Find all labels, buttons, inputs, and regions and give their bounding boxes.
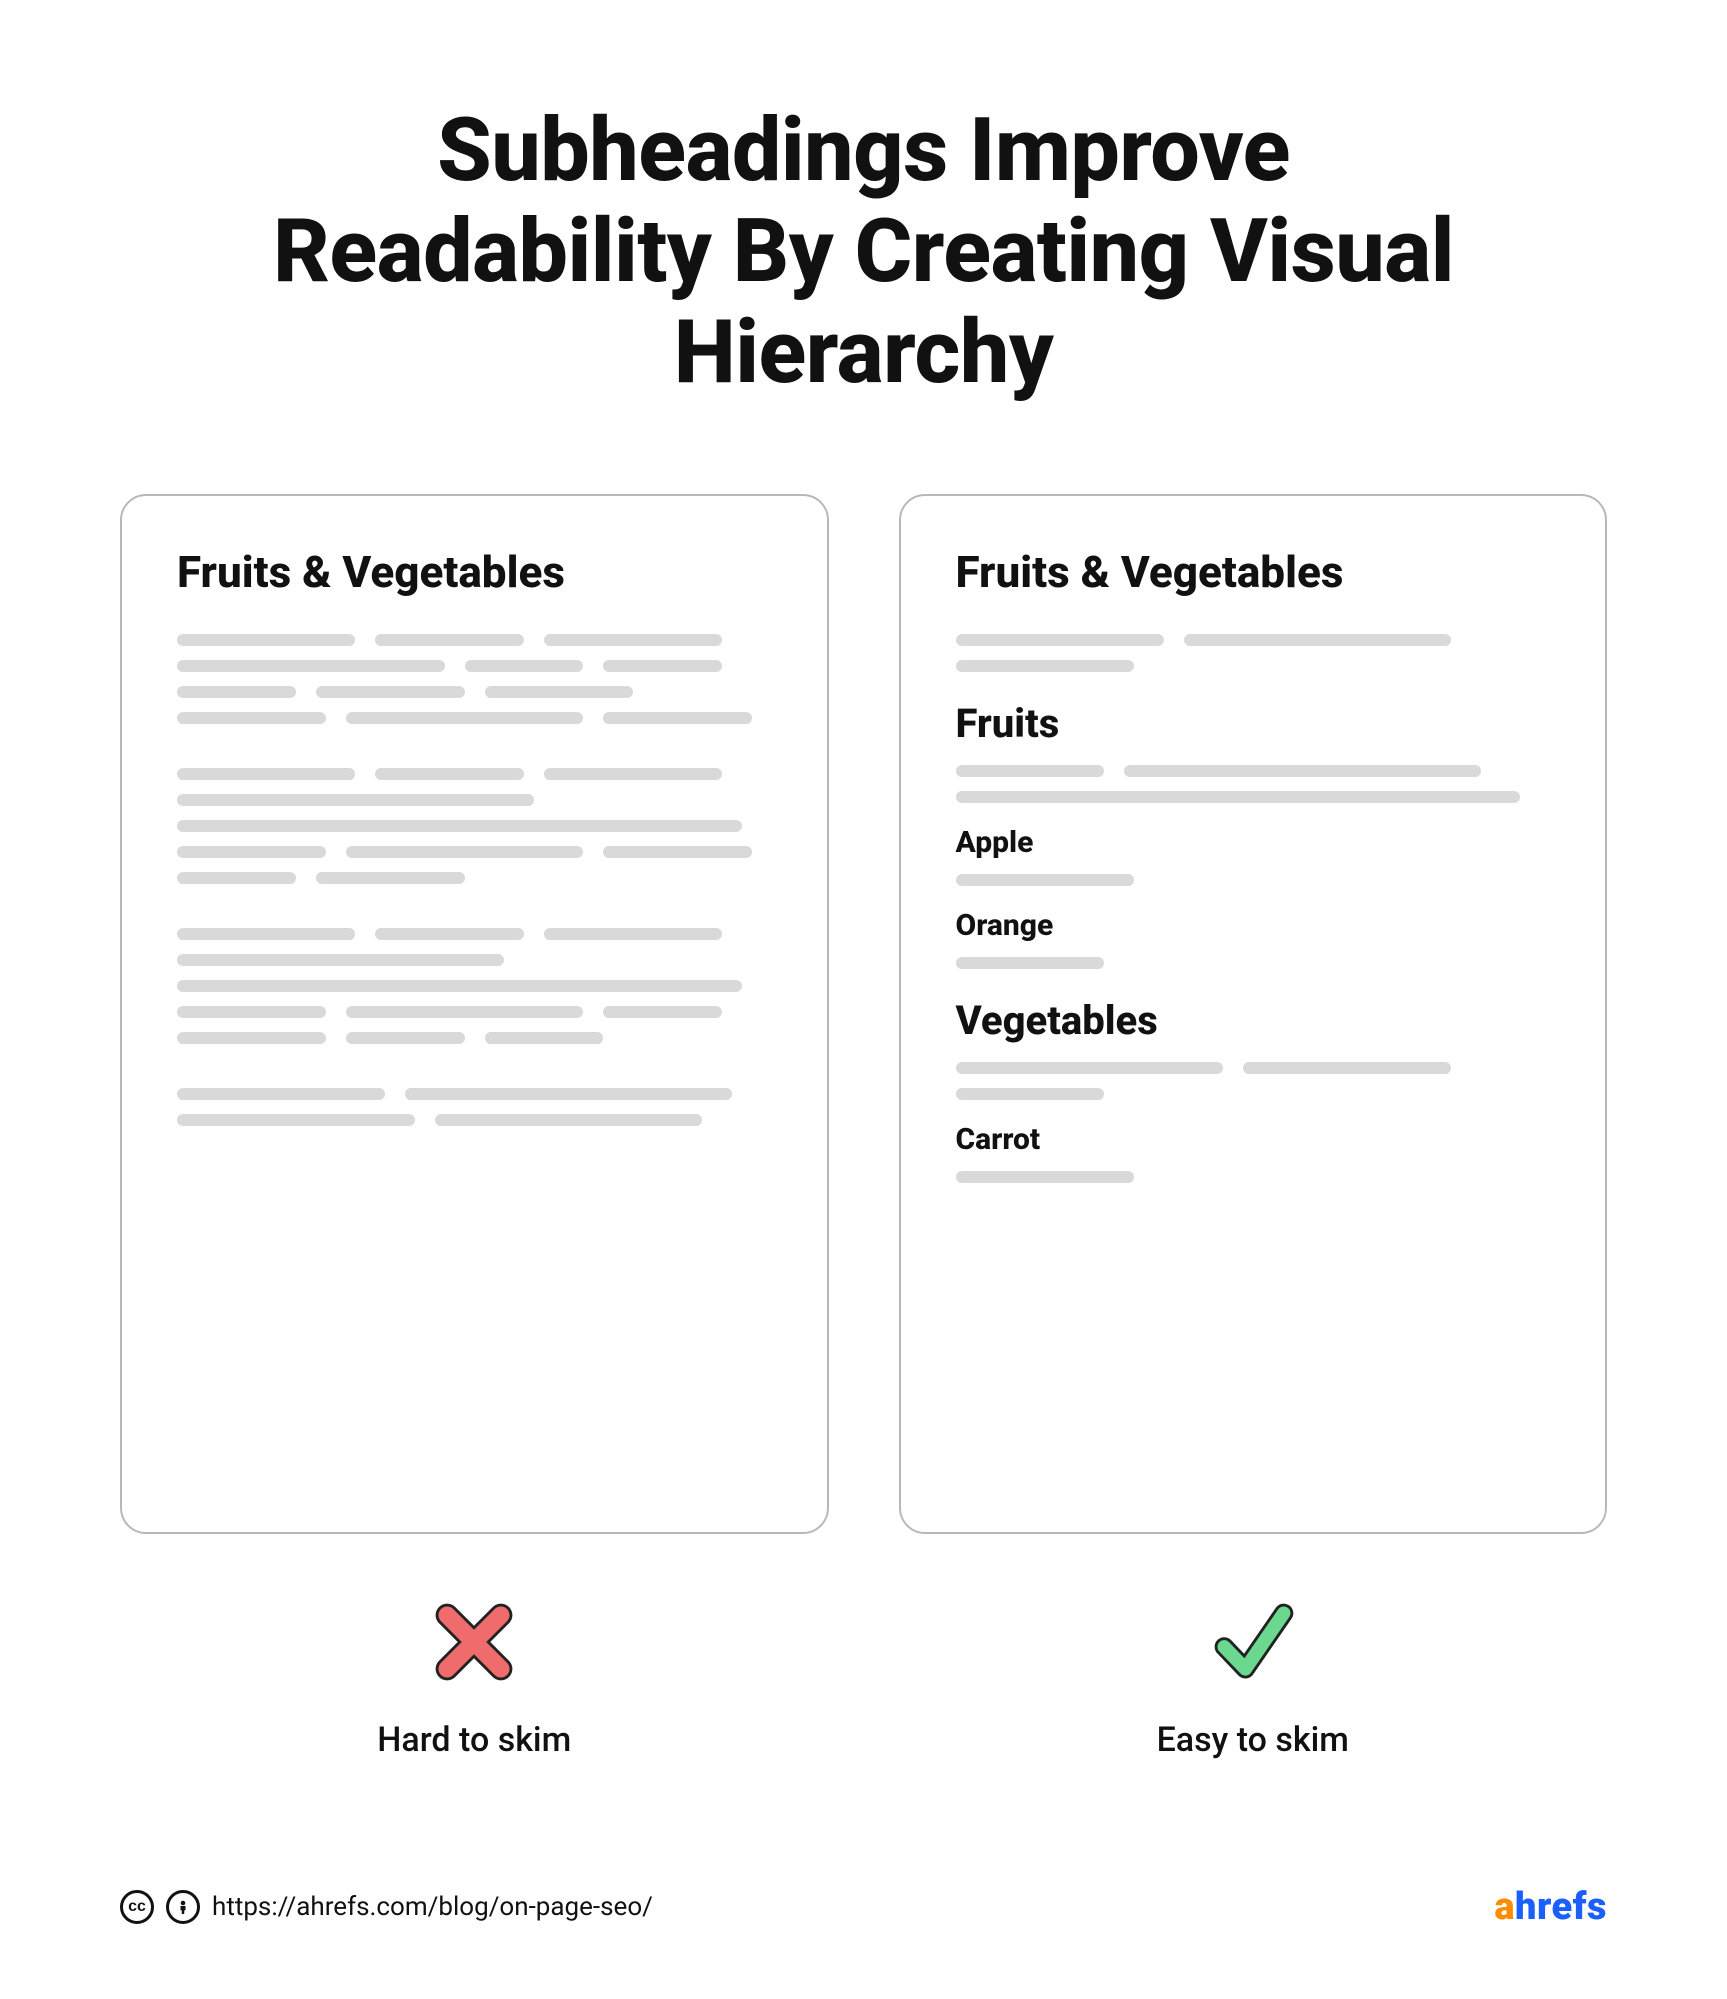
subheading-orange: Orange <box>956 908 1551 943</box>
left-column: Fruits & Vegetables <box>120 494 829 1760</box>
brand-a: a <box>1494 1885 1515 1929</box>
page-title: Subheadings Improve Readability By Creat… <box>214 100 1514 404</box>
brand-rest: hrefs <box>1515 1885 1607 1929</box>
page: Subheadings Improve Readability By Creat… <box>0 0 1727 1999</box>
right-verdict: Easy to skim <box>899 1594 1608 1760</box>
text-block <box>177 928 772 1044</box>
columns: Fruits & Vegetables <box>120 494 1607 1760</box>
text-block <box>177 1088 772 1126</box>
text-block <box>177 768 772 884</box>
text-block <box>956 765 1551 803</box>
right-verdict-label: Easy to skim <box>899 1720 1608 1760</box>
subheading-carrot: Carrot <box>956 1122 1551 1157</box>
right-card: Fruits & Vegetables Fruits Apple Orange <box>899 494 1608 1534</box>
right-heading: Fruits & Vegetables <box>956 546 1551 598</box>
check-icon <box>1205 1594 1301 1690</box>
source-url: https://ahrefs.com/blog/on-page-seo/ <box>212 1892 653 1922</box>
cross-icon <box>426 1594 522 1690</box>
attribution: cc https://ahrefs.com/blog/on-page-seo/ <box>120 1890 653 1924</box>
footer: cc https://ahrefs.com/blog/on-page-seo/ … <box>120 1885 1607 1929</box>
text-block <box>956 634 1551 672</box>
subheading-fruits: Fruits <box>956 700 1551 747</box>
text-block <box>956 1171 1551 1183</box>
cc-icon: cc <box>120 1890 154 1924</box>
cc-by-icon <box>166 1890 200 1924</box>
left-verdict: Hard to skim <box>120 1594 829 1760</box>
text-block <box>956 957 1551 969</box>
left-card: Fruits & Vegetables <box>120 494 829 1534</box>
left-heading: Fruits & Vegetables <box>177 546 772 598</box>
subheading-vegetables: Vegetables <box>956 997 1551 1044</box>
brand-logo: ahrefs <box>1494 1885 1607 1929</box>
subheading-apple: Apple <box>956 825 1551 860</box>
right-column: Fruits & Vegetables Fruits Apple Orange <box>899 494 1608 1760</box>
text-block <box>956 1062 1551 1100</box>
text-block <box>956 874 1551 886</box>
left-verdict-label: Hard to skim <box>120 1720 829 1760</box>
text-block <box>177 634 772 724</box>
